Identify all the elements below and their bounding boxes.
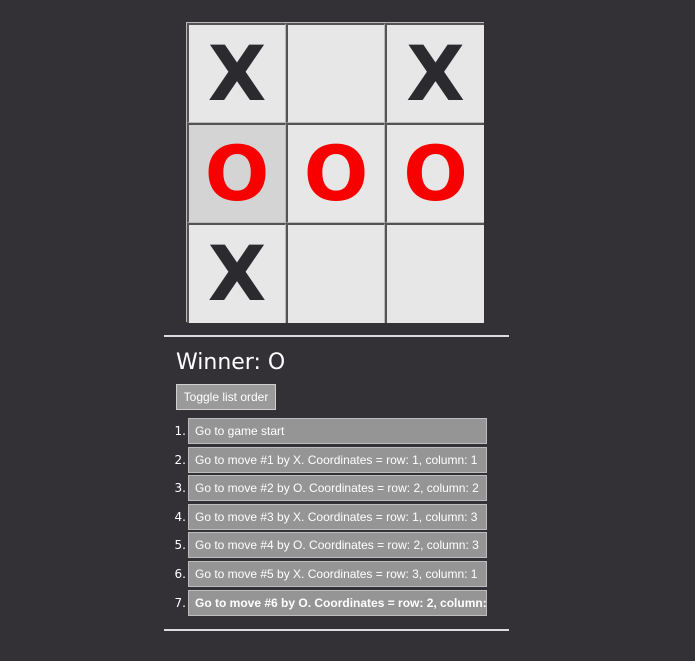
jump-to-move-button[interactable]: Go to move #6 by O. Coordinates = row: 2… <box>188 589 487 616</box>
move-number: 7. <box>174 595 186 610</box>
square-1-2[interactable] <box>286 23 385 123</box>
move-list-item: 7. Go to move #6 by O. Coordinates = row… <box>164 589 494 619</box>
square-3-1[interactable]: X <box>187 223 286 323</box>
move-list-item: 6. Go to move #5 by X. Coordinates = row… <box>164 560 494 590</box>
square-2-1[interactable]: O <box>187 123 286 223</box>
move-number: 1. <box>174 424 186 438</box>
square-1-1[interactable]: X <box>187 23 286 123</box>
jump-to-move-button[interactable]: Go to game start <box>188 418 487 444</box>
move-list-item: 2. Go to move #1 by X. Coordinates = row… <box>164 446 494 476</box>
move-number: 4. <box>174 509 186 524</box>
toggle-list-order-button[interactable]: Toggle list order <box>176 384 276 410</box>
jump-to-move-button[interactable]: Go to move #2 by O. Coordinates = row: 2… <box>188 475 487 502</box>
jump-to-move-button[interactable]: Go to move #3 by X. Coordinates = row: 1… <box>188 503 487 530</box>
bottom-divider <box>164 629 509 631</box>
square-1-3[interactable]: X <box>385 23 484 123</box>
game-board: X X O O O X <box>186 22 484 323</box>
move-number: 5. <box>174 538 186 553</box>
square-2-3[interactable]: O <box>385 123 484 223</box>
game-status: Winner: O <box>176 350 286 375</box>
game-page: X X O O O X Winner: O Toggle list order … <box>0 0 695 661</box>
move-list-item: 3. Go to move #2 by O. Coordinates = row… <box>164 475 494 504</box>
square-3-2[interactable] <box>286 223 385 323</box>
jump-to-move-button[interactable]: Go to move #5 by X. Coordinates = row: 3… <box>188 560 487 587</box>
jump-to-move-button[interactable]: Go to move #4 by O. Coordinates = row: 2… <box>188 532 487 559</box>
jump-to-move-button[interactable]: Go to move #1 by X. Coordinates = row: 1… <box>188 446 487 473</box>
move-list-item: 5. Go to move #4 by O. Coordinates = row… <box>164 532 494 561</box>
square-2-2[interactable]: O <box>286 123 385 223</box>
top-divider <box>164 335 509 337</box>
move-history-list: 1. Go to game start 2. Go to move #1 by … <box>164 418 494 618</box>
move-number: 6. <box>174 566 186 581</box>
move-number: 2. <box>174 452 186 467</box>
square-3-3[interactable] <box>385 223 484 323</box>
move-list-item: 1. Go to game start <box>164 418 494 447</box>
move-number: 3. <box>174 481 186 496</box>
move-list-item: 4. Go to move #3 by X. Coordinates = row… <box>164 503 494 533</box>
